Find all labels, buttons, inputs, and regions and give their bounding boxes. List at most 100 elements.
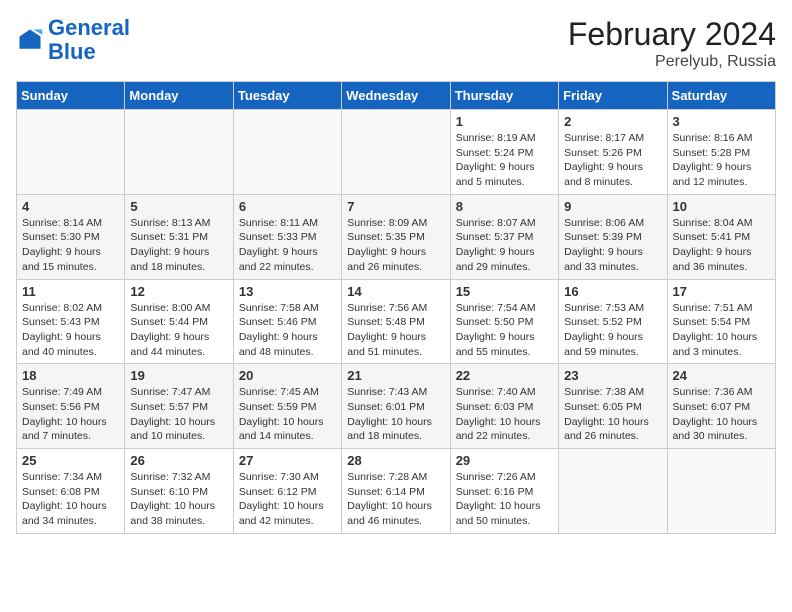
calendar-cell: 24 Sunrise: 7:36 AM Sunset: 6:07 PM Dayli… (667, 364, 775, 449)
calendar-cell: 6 Sunrise: 8:11 AM Sunset: 5:33 PM Daylig… (233, 194, 341, 279)
calendar-cell: 25Sunrise: 7:34 AM Sunset: 6:08 PM Dayli… (17, 449, 125, 534)
day-info: Sunrise: 8:06 AM Sunset: 5:39 PM Dayligh… (564, 216, 661, 275)
calendar-body: 1 Sunrise: 8:19 AM Sunset: 5:24 PM Daylig… (17, 110, 776, 534)
calendar-cell: 17Sunrise: 7:51 AM Sunset: 5:54 PM Dayli… (667, 279, 775, 364)
title-block: February 2024 Perelyub, Russia (568, 16, 776, 71)
calendar-cell: 1 Sunrise: 8:19 AM Sunset: 5:24 PM Daylig… (450, 110, 558, 195)
day-number: 22 (456, 368, 553, 383)
day-number: 14 (347, 284, 444, 299)
day-info: Sunrise: 8:16 AM Sunset: 5:28 PM Dayligh… (673, 131, 770, 190)
page-subtitle: Perelyub, Russia (568, 53, 776, 71)
day-number: 9 (564, 199, 661, 214)
calendar-cell (125, 110, 233, 195)
day-number: 15 (456, 284, 553, 299)
day-info: Sunrise: 7:47 AM Sunset: 5:57 PM Dayligh… (130, 385, 227, 444)
day-number: 19 (130, 368, 227, 383)
column-header-friday: Friday (559, 82, 667, 110)
calendar-cell: 19 Sunrise: 7:47 AM Sunset: 5:57 PM Dayli… (125, 364, 233, 449)
calendar-cell: 29Sunrise: 7:26 AM Sunset: 6:16 PM Dayli… (450, 449, 558, 534)
calendar-cell: 26 Sunrise: 7:32 AM Sunset: 6:10 PM Dayli… (125, 449, 233, 534)
day-number: 29 (456, 453, 553, 468)
calendar-cell: 9 Sunrise: 8:06 AM Sunset: 5:39 PM Daylig… (559, 194, 667, 279)
week-row-3: 11 Sunrise: 8:02 AM Sunset: 5:43 PM Dayli… (17, 279, 776, 364)
day-number: 10 (673, 199, 770, 214)
calendar-cell: 3 Sunrise: 8:16 AM Sunset: 5:28 PM Daylig… (667, 110, 775, 195)
calendar-cell: 15Sunrise: 7:54 AM Sunset: 5:50 PM Dayli… (450, 279, 558, 364)
day-number: 11 (22, 284, 119, 299)
day-info: Sunrise: 8:02 AM Sunset: 5:43 PM Dayligh… (22, 301, 119, 360)
day-info: Sunrise: 7:58 AM Sunset: 5:46 PM Dayligh… (239, 301, 336, 360)
calendar-cell: 13Sunrise: 7:58 AM Sunset: 5:46 PM Dayli… (233, 279, 341, 364)
day-number: 16 (564, 284, 661, 299)
day-number: 5 (130, 199, 227, 214)
day-info: Sunrise: 7:30 AM Sunset: 6:12 PM Dayligh… (239, 470, 336, 529)
column-header-tuesday: Tuesday (233, 82, 341, 110)
calendar-cell: 16 Sunrise: 7:53 AM Sunset: 5:52 PM Dayli… (559, 279, 667, 364)
calendar-cell: 12 Sunrise: 8:00 AM Sunset: 5:44 PM Dayli… (125, 279, 233, 364)
day-number: 4 (22, 199, 119, 214)
calendar-cell (17, 110, 125, 195)
day-info: Sunrise: 7:53 AM Sunset: 5:52 PM Dayligh… (564, 301, 661, 360)
day-number: 7 (347, 199, 444, 214)
day-info: Sunrise: 8:19 AM Sunset: 5:24 PM Dayligh… (456, 131, 553, 190)
page-title: February 2024 (568, 16, 776, 53)
week-row-1: 1 Sunrise: 8:19 AM Sunset: 5:24 PM Daylig… (17, 110, 776, 195)
calendar-cell: 11 Sunrise: 8:02 AM Sunset: 5:43 PM Dayli… (17, 279, 125, 364)
calendar-cell: 7 Sunrise: 8:09 AM Sunset: 5:35 PM Daylig… (342, 194, 450, 279)
day-info: Sunrise: 7:43 AM Sunset: 6:01 PM Dayligh… (347, 385, 444, 444)
day-info: Sunrise: 7:45 AM Sunset: 5:59 PM Dayligh… (239, 385, 336, 444)
day-info: Sunrise: 8:17 AM Sunset: 5:26 PM Dayligh… (564, 131, 661, 190)
day-info: Sunrise: 7:36 AM Sunset: 6:07 PM Dayligh… (673, 385, 770, 444)
logo-icon (16, 26, 44, 54)
calendar-table: SundayMondayTuesdayWednesdayThursdayFrid… (16, 81, 776, 534)
calendar-cell: 28 Sunrise: 7:28 AM Sunset: 6:14 PM Dayli… (342, 449, 450, 534)
calendar-cell: 22 Sunrise: 7:40 AM Sunset: 6:03 PM Dayli… (450, 364, 558, 449)
calendar-header-row: SundayMondayTuesdayWednesdayThursdayFrid… (17, 82, 776, 110)
day-info: Sunrise: 8:00 AM Sunset: 5:44 PM Dayligh… (130, 301, 227, 360)
day-number: 28 (347, 453, 444, 468)
week-row-2: 4Sunrise: 8:14 AM Sunset: 5:30 PM Daylig… (17, 194, 776, 279)
day-number: 20 (239, 368, 336, 383)
day-number: 12 (130, 284, 227, 299)
day-number: 21 (347, 368, 444, 383)
calendar-cell: 27 Sunrise: 7:30 AM Sunset: 6:12 PM Dayli… (233, 449, 341, 534)
calendar-cell: 20 Sunrise: 7:45 AM Sunset: 5:59 PM Dayli… (233, 364, 341, 449)
calendar-cell: 4Sunrise: 8:14 AM Sunset: 5:30 PM Daylig… (17, 194, 125, 279)
day-number: 1 (456, 114, 553, 129)
day-info: Sunrise: 8:07 AM Sunset: 5:37 PM Dayligh… (456, 216, 553, 275)
day-number: 8 (456, 199, 553, 214)
calendar-cell: 10 Sunrise: 8:04 AM Sunset: 5:41 PM Dayli… (667, 194, 775, 279)
calendar-cell: 5Sunrise: 8:13 AM Sunset: 5:31 PM Daylig… (125, 194, 233, 279)
day-number: 17 (673, 284, 770, 299)
calendar-cell: 23Sunrise: 7:38 AM Sunset: 6:05 PM Dayli… (559, 364, 667, 449)
logo-text: GeneralBlue (48, 16, 130, 64)
day-number: 27 (239, 453, 336, 468)
day-number: 23 (564, 368, 661, 383)
week-row-5: 25Sunrise: 7:34 AM Sunset: 6:08 PM Dayli… (17, 449, 776, 534)
day-number: 3 (673, 114, 770, 129)
day-number: 26 (130, 453, 227, 468)
logo: GeneralBlue (16, 16, 130, 64)
calendar-cell (559, 449, 667, 534)
day-info: Sunrise: 8:09 AM Sunset: 5:35 PM Dayligh… (347, 216, 444, 275)
day-number: 24 (673, 368, 770, 383)
day-number: 6 (239, 199, 336, 214)
calendar-cell: 21 Sunrise: 7:43 AM Sunset: 6:01 PM Dayli… (342, 364, 450, 449)
calendar-cell: 2Sunrise: 8:17 AM Sunset: 5:26 PM Daylig… (559, 110, 667, 195)
day-info: Sunrise: 7:32 AM Sunset: 6:10 PM Dayligh… (130, 470, 227, 529)
day-info: Sunrise: 7:56 AM Sunset: 5:48 PM Dayligh… (347, 301, 444, 360)
day-number: 18 (22, 368, 119, 383)
column-header-thursday: Thursday (450, 82, 558, 110)
calendar-cell: 14 Sunrise: 7:56 AM Sunset: 5:48 PM Dayli… (342, 279, 450, 364)
calendar-cell (667, 449, 775, 534)
column-header-wednesday: Wednesday (342, 82, 450, 110)
calendar-cell: 8 Sunrise: 8:07 AM Sunset: 5:37 PM Daylig… (450, 194, 558, 279)
day-info: Sunrise: 7:28 AM Sunset: 6:14 PM Dayligh… (347, 470, 444, 529)
day-info: Sunrise: 8:04 AM Sunset: 5:41 PM Dayligh… (673, 216, 770, 275)
page-header: GeneralBlue February 2024 Perelyub, Russ… (16, 16, 776, 71)
column-header-saturday: Saturday (667, 82, 775, 110)
day-info: Sunrise: 7:40 AM Sunset: 6:03 PM Dayligh… (456, 385, 553, 444)
column-header-sunday: Sunday (17, 82, 125, 110)
calendar-cell (342, 110, 450, 195)
day-info: Sunrise: 8:11 AM Sunset: 5:33 PM Dayligh… (239, 216, 336, 275)
